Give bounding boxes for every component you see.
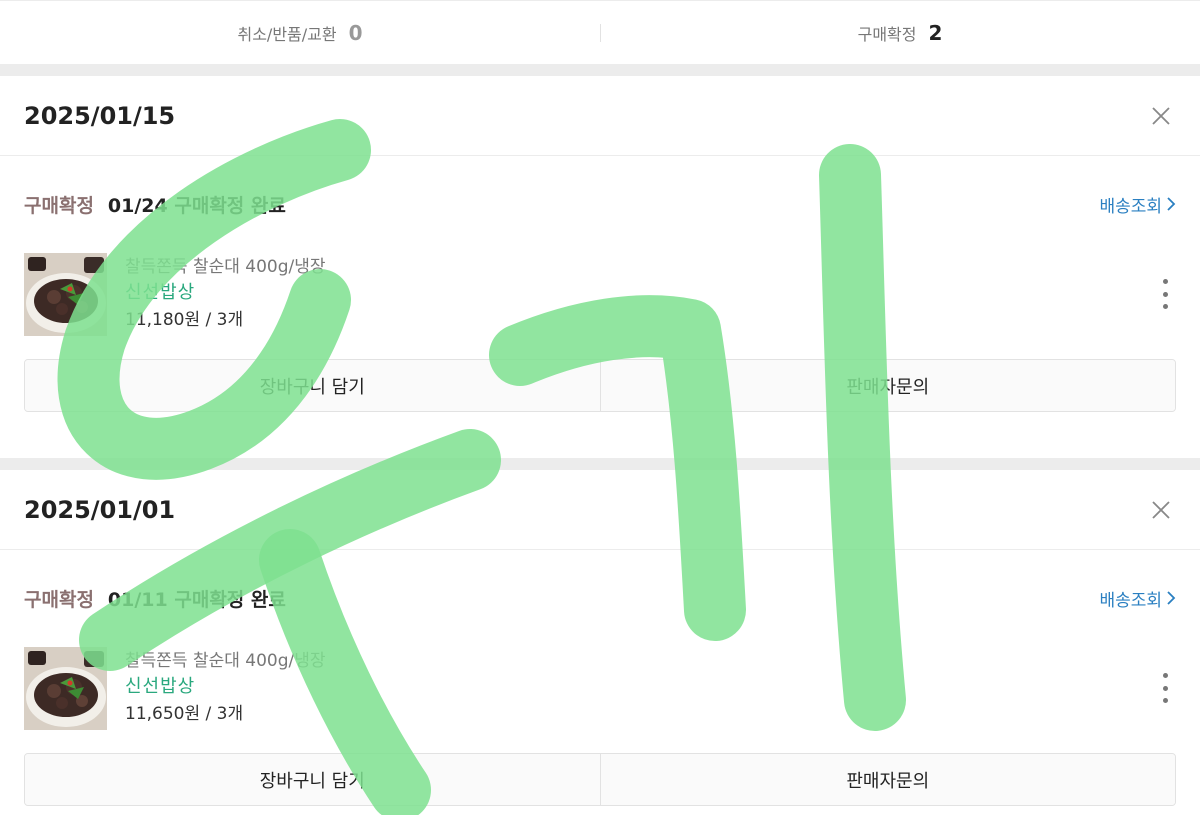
product-name[interactable]: 찰득쫀득 찰순대 400g/냉장 [125,255,326,279]
section-divider [0,458,1200,470]
order-status-summary: 취소/반품/교환 0 구매확정 2 [0,0,1200,64]
chevron-right-icon [1167,591,1176,605]
summary-cancel-return-exchange[interactable]: 취소/반품/교환 0 [0,21,600,45]
seller-inquiry-button[interactable]: 판매자문의 [599,360,1175,411]
delete-order-button[interactable] [1146,101,1176,131]
order-item[interactable]: 찰득쫀득 찰순대 400g/냉장 신선밥상 11,650원 / 3개 [0,646,1200,730]
close-icon [1152,500,1170,519]
more-vertical-icon [1162,673,1168,678]
section-divider [0,64,1200,76]
track-delivery-label: 배송조회 [1099,196,1162,217]
summary-count: 2 [928,20,943,45]
product-name[interactable]: 찰득쫀득 찰순대 400g/냉장 [125,649,326,673]
track-delivery-link[interactable]: 배송조회 [1099,586,1176,611]
order-item[interactable]: 찰득쫀득 찰순대 400g/냉장 신선밥상 11,180원 / 3개 [0,252,1200,336]
summary-purchase-confirmed[interactable]: 구매확정 2 [600,21,1200,45]
track-delivery-label: 배송조회 [1099,590,1162,611]
add-to-cart-button[interactable]: 장바구니 담기 [25,360,600,411]
order-status-row: 구매확정 01/24 구매확정 완료 배송조회 [0,156,1200,252]
seller-name[interactable]: 신선밥상 [125,281,326,305]
order-status-detail: 01/24 구매확정 완료 [107,194,286,217]
close-icon [1152,106,1170,125]
track-delivery-link[interactable]: 배송조회 [1099,192,1176,217]
order-status-detail: 01/11 구매확정 완료 [107,588,286,611]
order-history-page: 취소/반품/교환 0 구매확정 2 2025/01/15 구매확정 01/24 … [0,0,1200,815]
more-options-button[interactable] [1160,673,1170,703]
order-header: 2025/01/15 [0,76,1200,156]
product-price-quantity: 11,650원 / 3개 [125,704,244,724]
seller-name[interactable]: 신선밥상 [125,675,326,699]
order-card: 2025/01/15 구매확정 01/24 구매확정 완료 배송조회 찰득쫀득 … [0,76,1200,412]
more-options-button[interactable] [1160,279,1170,309]
order-date: 2025/01/01 [24,495,176,524]
product-image [24,252,107,336]
summary-count: 0 [348,20,363,45]
order-status-row: 구매확정 01/11 구매확정 완료 배송조회 [0,550,1200,646]
order-actions: 장바구니 담기 판매자문의 [24,359,1176,412]
product-price-quantity: 11,180원 / 3개 [125,310,244,330]
product-thumbnail[interactable] [24,252,107,336]
order-status-label: 구매확정 [24,194,94,217]
chevron-right-icon [1167,197,1176,211]
summary-label: 구매확정 [857,24,917,44]
order-card: 2025/01/01 구매확정 01/11 구매확정 완료 배송조회 찰득쫀득 … [0,470,1200,806]
product-thumbnail[interactable] [24,646,107,730]
order-actions: 장바구니 담기 판매자문의 [24,753,1176,806]
order-header: 2025/01/01 [0,470,1200,550]
more-vertical-icon [1162,279,1168,284]
delete-order-button[interactable] [1146,495,1176,525]
seller-inquiry-button[interactable]: 판매자문의 [599,754,1175,805]
product-image [24,646,107,730]
order-status-label: 구매확정 [24,588,94,611]
order-date: 2025/01/15 [24,101,176,130]
summary-label: 취소/반품/교환 [237,24,337,44]
add-to-cart-button[interactable]: 장바구니 담기 [25,754,600,805]
